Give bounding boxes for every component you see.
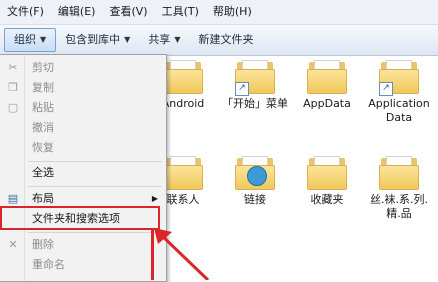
menu-item-copy[interactable]: ❐ 复制 xyxy=(0,78,166,98)
menu-item-delete[interactable]: ✕ 删除 xyxy=(0,235,166,255)
folder-label: 链接 xyxy=(244,193,266,206)
folder-label: Application Data xyxy=(368,97,430,124)
menu-item-label: 复制 xyxy=(32,81,54,94)
menu-tools[interactable]: 工具(T) xyxy=(155,0,206,24)
folder-icon xyxy=(379,156,419,190)
folder-label: 收藏夹 xyxy=(310,193,344,206)
annotation-arrow-icon xyxy=(154,228,210,280)
menu-help[interactable]: 帮助(H) xyxy=(206,0,259,24)
menu-separator xyxy=(28,232,162,233)
menu-file[interactable]: 文件(F) xyxy=(0,0,51,24)
include-library-label: 包含到库中 xyxy=(65,33,121,46)
new-folder-button[interactable]: 新建文件夹 xyxy=(189,29,262,51)
menu-item-label: 删除 xyxy=(32,238,54,251)
scissors-icon: ✂ xyxy=(8,61,18,74)
folder-custom[interactable]: 丝.袜.系.列.精.品 xyxy=(366,156,432,221)
folder-label: AppData xyxy=(303,97,351,110)
folder-icon: ↗ xyxy=(379,60,419,96)
delete-x-icon: ✕ xyxy=(8,238,18,251)
organize-dropdown-menu: ✂ 剪切 ❐ 复制 ▢ 粘贴 撤消 恢复 全选 ▤ 布局 ▶ 文件夹和搜索选项 … xyxy=(0,54,167,282)
chevron-down-icon: ▼ xyxy=(174,35,181,44)
menu-view[interactable]: 查看(V) xyxy=(102,0,154,24)
menu-item-label: 剪切 xyxy=(32,61,54,74)
menu-separator xyxy=(28,161,162,162)
menu-item-paste[interactable]: ▢ 粘贴 xyxy=(0,98,166,118)
organize-button[interactable]: 组织 ▼ xyxy=(4,28,57,52)
menu-item-undo[interactable]: 撤消 xyxy=(0,118,166,138)
menu-separator xyxy=(28,186,162,187)
menu-item-label: 撤消 xyxy=(32,121,54,134)
copy-icon: ❐ xyxy=(8,81,18,94)
folder-icon: ↗ xyxy=(235,60,275,96)
folder-label: 丝.袜.系.列.精.品 xyxy=(370,193,428,220)
layout-icon: ▤ xyxy=(7,192,19,205)
include-library-button[interactable]: 包含到库中 ▼ xyxy=(56,29,139,51)
folder-label: 「开始」菜单 xyxy=(222,97,288,110)
menu-item-label: 粘贴 xyxy=(32,101,54,114)
folder-icon xyxy=(307,156,347,190)
share-button[interactable]: 共享 ▼ xyxy=(139,29,189,51)
chevron-down-icon: ▼ xyxy=(124,35,131,44)
menu-edit[interactable]: 编辑(E) xyxy=(51,0,103,24)
folder-favorites[interactable]: 收藏夹 xyxy=(294,156,360,207)
folder-links[interactable]: 链接 xyxy=(222,156,288,207)
menu-item-rename[interactable]: 重命名 xyxy=(0,255,166,275)
command-toolbar: 组织 ▼ 包含到库中 ▼ 共享 ▼ 新建文件夹 xyxy=(0,25,438,56)
link-badge-icon xyxy=(247,166,267,186)
shortcut-arrow-icon: ↗ xyxy=(235,82,249,96)
menu-item-label: 重命名 xyxy=(32,258,65,271)
menu-item-select-all[interactable]: 全选 xyxy=(0,163,166,183)
share-label: 共享 xyxy=(148,33,171,46)
folder-icon xyxy=(307,60,347,94)
contacts-folder-icon xyxy=(163,156,203,190)
annotation-highlight-box xyxy=(0,206,160,230)
menu-bar: 文件(F) 编辑(E) 查看(V) 工具(T) 帮助(H) xyxy=(0,0,438,25)
organize-label: 组织 xyxy=(14,33,36,46)
folder-application-data[interactable]: ↗ Application Data xyxy=(366,60,432,125)
folder-start-menu[interactable]: ↗ 「开始」菜单 xyxy=(222,60,288,111)
paste-icon: ▢ xyxy=(7,101,19,114)
shortcut-arrow-icon: ↗ xyxy=(379,82,393,96)
folder-appdata[interactable]: AppData xyxy=(294,60,360,111)
chevron-down-icon: ▼ xyxy=(40,35,47,44)
menu-item-redo[interactable]: 恢复 xyxy=(0,138,166,158)
menu-item-label: 全选 xyxy=(32,166,54,179)
links-folder-icon xyxy=(235,156,275,190)
menu-item-label: 恢复 xyxy=(32,141,54,154)
folder-icon xyxy=(163,60,203,94)
new-folder-label: 新建文件夹 xyxy=(198,33,254,46)
menu-item-cut[interactable]: ✂ 剪切 xyxy=(0,58,166,78)
